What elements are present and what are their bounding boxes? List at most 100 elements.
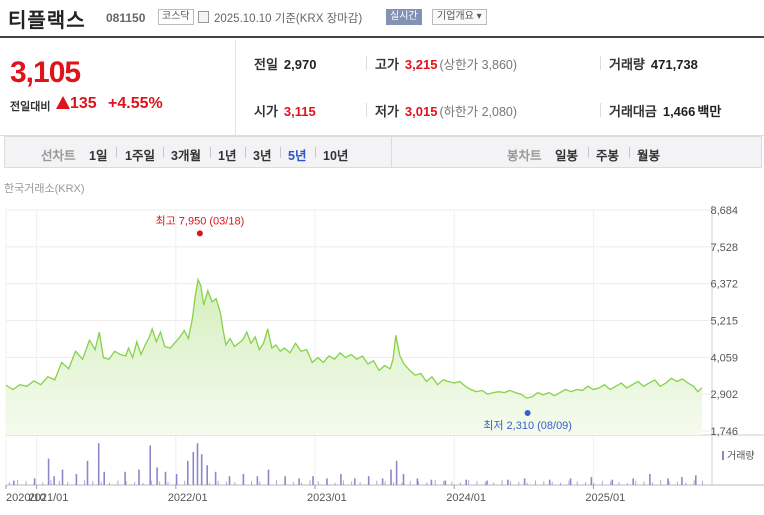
y-tick-label: 8,684 xyxy=(710,205,738,217)
low-price: 저가 3,015 (하한가 2,080) xyxy=(375,104,518,119)
volume-bar xyxy=(47,458,50,485)
volume-bar xyxy=(416,478,419,485)
volume-bar xyxy=(509,481,511,485)
volume-bar xyxy=(334,482,336,485)
period-3m[interactable]: 3개월 xyxy=(171,145,201,164)
current-price: 3,105 xyxy=(10,56,81,89)
volume-bar xyxy=(359,482,361,485)
change-value: 135 xyxy=(70,95,97,112)
volume-bar xyxy=(402,474,405,485)
divider xyxy=(600,103,601,117)
volume-bar xyxy=(651,482,653,485)
volume-bar xyxy=(535,480,536,485)
volume-bar xyxy=(518,481,520,485)
divider xyxy=(163,147,164,158)
volume-bar xyxy=(184,480,186,485)
volume-bar xyxy=(228,476,231,485)
volume-bar xyxy=(618,482,620,485)
volume-bar xyxy=(214,471,217,485)
current-price-box: 3,105 전일대비 135 +4.55% xyxy=(0,40,236,136)
x-tick-label: 2024/01 xyxy=(446,492,486,504)
realtime-button[interactable]: 실시간 xyxy=(386,9,422,25)
period-1y[interactable]: 1년 xyxy=(218,145,236,164)
candle-monthly[interactable]: 월봉 xyxy=(637,145,660,164)
period-1d[interactable]: 1일 xyxy=(89,145,107,164)
volume-bar xyxy=(342,480,344,485)
volume-bar xyxy=(225,481,227,485)
volume-bar xyxy=(676,481,678,485)
volume-bar xyxy=(430,479,433,485)
volume-bar xyxy=(217,480,219,485)
volume-bar xyxy=(125,481,127,485)
up-arrow-icon xyxy=(56,96,70,109)
y-tick-label: 1,746 xyxy=(710,426,738,438)
volume-bar xyxy=(259,481,261,485)
volume-bar xyxy=(86,460,89,485)
volume-bar xyxy=(585,482,587,485)
low-point xyxy=(524,410,531,417)
volume-bar xyxy=(42,482,44,485)
exchange-label: 한국거래소(KRX) xyxy=(4,183,85,195)
x-tick-label: 2022/01 xyxy=(168,492,208,504)
volume-bar xyxy=(134,481,136,485)
volume-bar xyxy=(58,480,60,485)
volume-bar xyxy=(92,481,94,485)
price-chart[interactable]: 8,684 7,528 6,372 5,215 4,059 2,902 1,746 최고 7… xyxy=(0,195,764,515)
y-tick-label: 5,215 xyxy=(710,316,738,328)
y-tick-label: 4,059 xyxy=(710,352,738,364)
volume-bar xyxy=(426,482,428,485)
volume-bar xyxy=(156,467,158,485)
period-3y[interactable]: 3년 xyxy=(253,145,271,164)
volume-bar xyxy=(175,482,177,485)
volume-bar xyxy=(109,482,110,485)
volume-bar xyxy=(25,480,27,485)
volume-bar xyxy=(142,482,144,485)
period-1w[interactable]: 1주일 xyxy=(125,145,155,164)
divider xyxy=(366,56,367,70)
volume-bar xyxy=(465,479,467,485)
volume-bar xyxy=(610,481,612,485)
volume-bar xyxy=(138,469,140,485)
volume-bar xyxy=(507,479,509,485)
divider xyxy=(600,56,601,70)
volume-bar xyxy=(493,482,495,485)
volume-bar xyxy=(459,482,461,485)
divider xyxy=(315,147,316,158)
volume-bar xyxy=(8,482,10,485)
volume-bar xyxy=(443,480,445,485)
volume-bar xyxy=(593,482,595,485)
volume-bar xyxy=(167,482,169,485)
volume-bar xyxy=(326,481,328,485)
volume-bar xyxy=(484,481,486,485)
volume-bar xyxy=(702,481,703,485)
candle-daily[interactable]: 일봉 xyxy=(555,145,578,164)
company-info-button[interactable]: 기업개요 ▾ xyxy=(432,9,487,25)
y-tick-label: 6,372 xyxy=(710,279,738,291)
volume-bar xyxy=(418,481,419,485)
volume-bar xyxy=(560,482,561,485)
price-date: 2025.10.10 기준(KRX 장마감) xyxy=(214,13,363,25)
period-10y[interactable]: 10년 xyxy=(323,145,348,164)
open-price: 시가 3,115 xyxy=(254,104,316,119)
volume-bar xyxy=(209,482,211,485)
period-5y[interactable]: 5년 xyxy=(288,145,306,164)
y-tick-label: 7,528 xyxy=(710,242,738,254)
divider xyxy=(210,147,211,158)
volume-bar xyxy=(568,480,570,485)
volume-bar xyxy=(100,481,102,485)
volume-legend: 거래량 xyxy=(722,447,755,462)
volume-bar xyxy=(367,482,369,485)
candle-weekly[interactable]: 주봉 xyxy=(596,145,619,164)
volume-bar xyxy=(103,471,105,485)
market-badge: 코스닥 xyxy=(158,9,194,25)
volume-bar xyxy=(381,478,384,485)
volume-bar xyxy=(434,480,436,485)
trade-amount: 거래대금 1,466 백만 xyxy=(609,104,722,119)
volume-bar xyxy=(395,460,398,485)
volume-bar xyxy=(635,480,637,485)
volume-bar xyxy=(590,477,593,485)
volume-bar xyxy=(486,480,488,485)
line-chart-label: 선차트 xyxy=(41,149,76,163)
volume-bar xyxy=(150,480,152,485)
chart-grid xyxy=(5,205,764,486)
